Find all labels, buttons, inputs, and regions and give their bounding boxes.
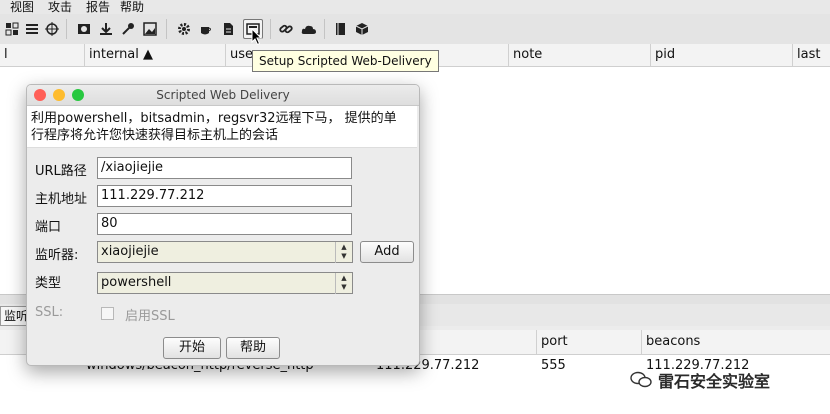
picture-icon[interactable] [142,21,158,37]
coffee-icon[interactable] [198,21,214,37]
url-path-label: URL路径 [35,164,87,179]
port-cell: 555 [541,358,566,373]
column-header-beacons[interactable]: beacons [641,330,830,354]
connect-icon[interactable] [4,21,20,37]
ssl-checkbox-label: 启用SSL [125,309,175,324]
wechat-icon [630,371,652,388]
menu-view[interactable]: 视图 [10,0,34,15]
toolbar-separator [270,19,271,39]
cloud-icon[interactable] [301,21,317,37]
gear-icon[interactable] [176,21,192,37]
help-button[interactable]: 帮助 [226,337,280,359]
type-select[interactable]: powershell ▲ ▼ [97,272,353,294]
chevron-updown-icon: ▲ ▼ [335,242,352,263]
menu-help[interactable]: 帮助 [120,0,144,15]
chevron-updown-icon: ▲ ▼ [335,273,352,294]
listener-label: 监听器: [35,248,79,263]
url-path-input[interactable]: /xiaojiejie [97,157,352,179]
description-line-2: 行程序将允许您快速获得目标主机上的会话 [31,128,279,143]
add-button[interactable]: Add [360,241,414,263]
listener-value: xiaojiejie [101,244,159,259]
toolbar-separator [66,19,67,39]
image-icon[interactable] [76,21,92,37]
column-header[interactable]: l [0,44,84,66]
dialog-title: Scripted Web Delivery [156,88,290,102]
dialog-titlebar[interactable]: Scripted Web Delivery [27,85,419,106]
menu-attack[interactable]: 攻击 [48,0,72,15]
cube-icon[interactable] [354,21,370,37]
port-input[interactable]: 80 [97,213,352,235]
book-icon[interactable] [332,21,348,37]
ssl-checkbox[interactable] [101,307,114,320]
launch-button[interactable]: 开始 [163,337,221,359]
type-value: powershell [101,275,172,290]
document-icon[interactable] [220,21,236,37]
scripted-web-delivery-dialog: Scripted Web Delivery 利用powershell，bitsa… [26,84,420,366]
menu-bar: 视图 攻击 报告 帮助 [0,0,830,14]
column-header-internal[interactable]: internal ▲ [84,44,229,66]
watermark-text: 雷石安全实验室 [658,372,771,391]
column-header-last[interactable]: last [792,44,830,66]
download-icon[interactable] [98,21,114,37]
toolbar-separator [166,19,167,39]
menu-reports[interactable]: 报告 [86,0,110,15]
column-header-pid[interactable]: pid [650,44,795,66]
watermark: 雷石安全实验室 [630,368,770,392]
toolbar-separator [324,19,325,39]
column-header-port[interactable]: port [536,330,641,354]
host-label: 主机地址 [35,192,88,207]
port-label: 端口 [35,220,62,235]
host-input[interactable]: 111.229.77.212 [97,185,352,207]
type-label: 类型 [35,276,62,291]
link-icon[interactable] [278,21,294,37]
dialog-description: 利用powershell，bitsadmin，regsvr32远程下马， 提供的… [27,106,417,148]
listener-select[interactable]: xiaojiejie ▲ ▼ [97,241,353,263]
description-line-1: 利用powershell，bitsadmin，regsvr32远程下马， 提供的… [31,111,397,126]
list-icon[interactable] [24,21,40,37]
crosshair-icon[interactable] [44,21,60,37]
toolbar [0,14,830,45]
tooltip: Setup Scripted Web-Delivery [252,50,439,72]
mouse-cursor-icon [251,28,263,46]
column-header-note[interactable]: note [508,44,653,66]
key-icon[interactable] [120,21,136,37]
ssl-label: SSL: [35,305,64,320]
